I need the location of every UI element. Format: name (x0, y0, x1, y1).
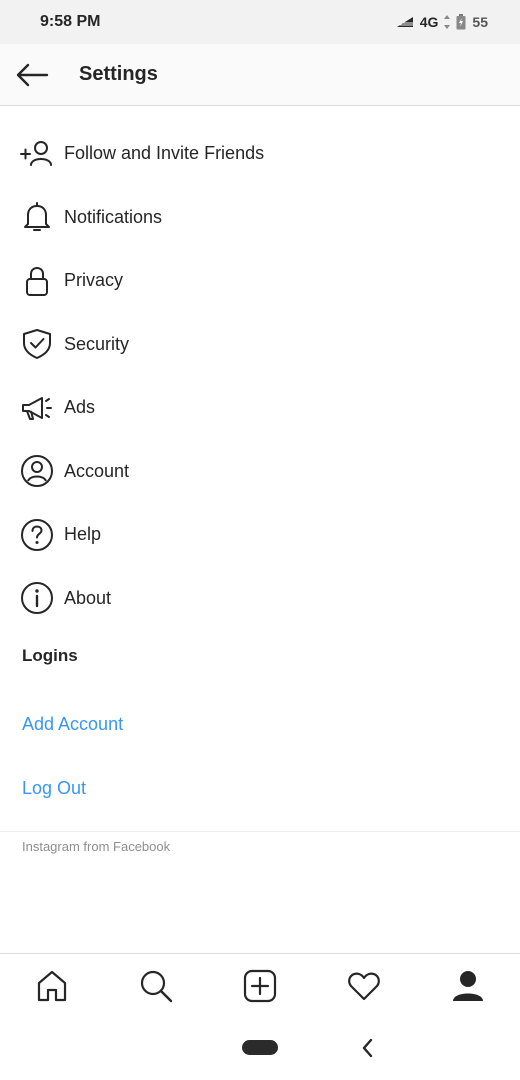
menu-item-label: Notifications (64, 206, 163, 227)
log-out-link[interactable]: Log Out (22, 778, 86, 799)
arrow-left-icon (16, 63, 49, 86)
shield-check-icon (20, 327, 54, 361)
menu-item-label: Follow and Invite Friends (64, 143, 265, 164)
system-nav-bar (0, 1018, 520, 1080)
add-person-icon (20, 137, 54, 171)
chevron-left-icon[interactable] (358, 1036, 378, 1060)
menu-item-account[interactable]: Account (0, 440, 520, 504)
menu-item-label: Security (64, 333, 130, 354)
back-button[interactable] (0, 44, 64, 106)
home-pill-icon[interactable] (242, 1040, 278, 1055)
menu-item-help[interactable]: Help (0, 503, 520, 567)
menu-item-label: Help (64, 524, 102, 545)
page-title: Settings (79, 63, 158, 85)
info-circle-icon (20, 581, 54, 615)
menu-item-notifications[interactable]: Notifications (0, 186, 520, 250)
menu-item-label: Ads (64, 397, 96, 418)
footer-note: Instagram from Facebook (22, 839, 171, 854)
bottom-tab-bar (0, 953, 520, 1018)
menu-item-ads[interactable]: Ads (0, 376, 520, 440)
menu-item-label: Account (64, 460, 130, 481)
profile-icon (453, 971, 483, 1001)
lock-icon (20, 264, 54, 298)
menu-item-about[interactable]: About (0, 567, 520, 631)
tab-search[interactable] (126, 956, 186, 1016)
menu-item-label: Privacy (64, 270, 124, 291)
search-icon (140, 970, 173, 1003)
megaphone-icon (20, 391, 54, 425)
status-indicators: 4G 55 (396, 14, 488, 30)
data-arrows-icon (444, 15, 451, 29)
tab-activity[interactable] (334, 956, 394, 1016)
menu-item-security[interactable]: Security (0, 313, 520, 377)
user-circle-icon (20, 454, 54, 488)
signal-icon (396, 17, 413, 27)
menu-item-follow-invite[interactable]: Follow and Invite Friends (0, 122, 520, 186)
tab-new-post[interactable] (230, 956, 290, 1016)
settings-menu: Follow and Invite Friends Notifications … (0, 122, 520, 630)
heart-icon (348, 972, 380, 1001)
bell-icon (20, 200, 54, 234)
status-time: 9:58 PM (40, 13, 101, 30)
logins-section-title: Logins (22, 646, 78, 665)
header: Settings (0, 44, 520, 106)
battery-icon (456, 14, 466, 30)
battery-level: 55 (472, 14, 488, 30)
divider (0, 831, 520, 832)
menu-item-label: About (64, 587, 112, 608)
tab-profile[interactable] (438, 956, 498, 1016)
tab-home[interactable] (22, 956, 82, 1016)
add-account-link[interactable]: Add Account (22, 714, 123, 735)
home-icon (37, 970, 67, 1002)
status-bar: 9:58 PM 4G 55 (0, 0, 520, 44)
settings-screen: 9:58 PM 4G 55 Settings Follow and Invite… (0, 0, 520, 1080)
new-post-icon (243, 969, 277, 1003)
question-circle-icon (20, 518, 54, 552)
network-type: 4G (419, 14, 439, 30)
menu-item-privacy[interactable]: Privacy (0, 249, 520, 313)
